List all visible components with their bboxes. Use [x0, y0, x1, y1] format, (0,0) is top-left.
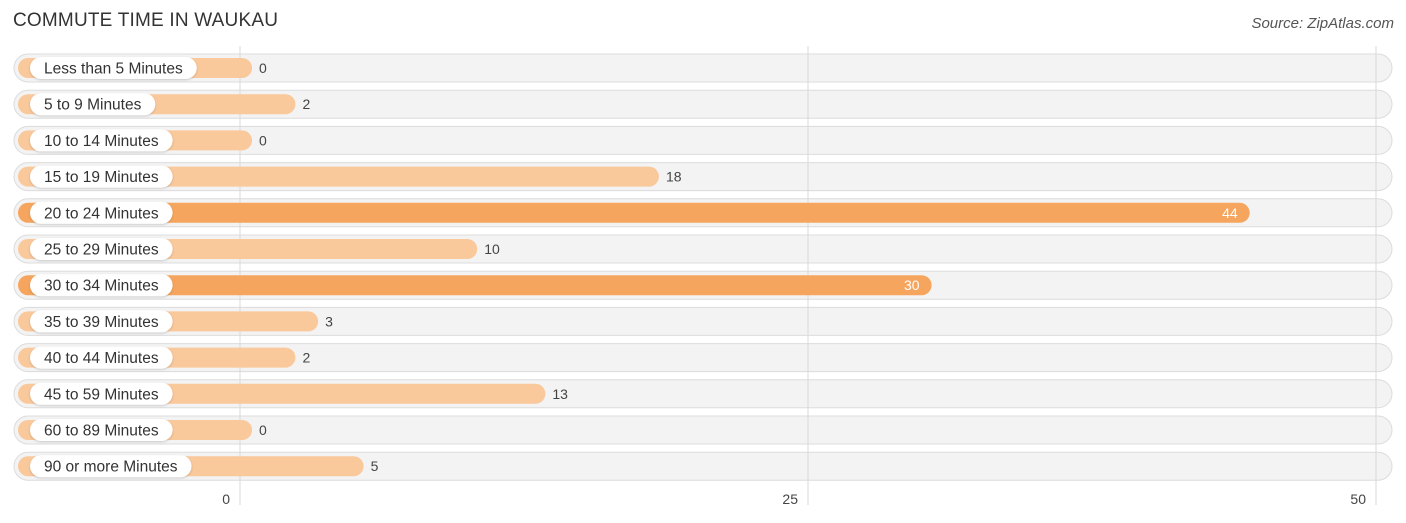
category-label: 40 to 44 Minutes [30, 346, 173, 369]
category-label-text: 35 to 39 Minutes [44, 314, 159, 331]
category-label: 15 to 19 Minutes [30, 165, 173, 188]
value-label: 44 [1222, 205, 1238, 221]
value-label: 3 [325, 313, 333, 329]
value-label: 18 [666, 169, 682, 185]
value-label: 2 [302, 350, 310, 366]
value-label: 0 [259, 422, 267, 438]
value-label: 5 [371, 458, 379, 474]
category-label: 45 to 59 Minutes [30, 382, 173, 405]
category-label-text: 10 to 14 Minutes [44, 133, 159, 150]
value-label: 0 [259, 60, 267, 76]
bar-chart: Less than 5 Minutes 0 5 to 9 Minutes 2 10 to… [13, 46, 1393, 507]
category-label-text: 60 to 89 Minutes [44, 423, 159, 440]
bar [18, 202, 1250, 223]
value-label: 10 [484, 241, 500, 257]
category-label-text: 90 or more Minutes [44, 459, 178, 476]
category-label-text: 45 to 59 Minutes [44, 386, 159, 403]
value-label: 0 [259, 132, 267, 148]
value-label: 2 [302, 96, 310, 112]
x-tick-label: 0 [222, 491, 230, 507]
category-label-text: 5 to 9 Minutes [44, 97, 142, 114]
category-label-text: 20 to 24 Minutes [44, 205, 159, 222]
category-label: 10 to 14 Minutes [30, 129, 173, 152]
category-label: 20 to 24 Minutes [30, 201, 173, 224]
category-label-text: 15 to 19 Minutes [44, 169, 159, 186]
category-label-text: 40 to 44 Minutes [44, 350, 159, 367]
x-tick-label: 50 [1350, 491, 1366, 507]
category-label: 25 to 29 Minutes [30, 238, 173, 260]
category-label: 30 to 34 Minutes [30, 274, 173, 297]
value-label: 13 [552, 386, 568, 402]
category-label: 35 to 39 Minutes [30, 310, 173, 333]
category-label: Less than 5 Minutes [30, 57, 197, 79]
x-tick-label: 25 [782, 491, 798, 507]
category-label-text: 25 to 29 Minutes [44, 242, 159, 259]
category-label-text: 30 to 34 Minutes [44, 278, 159, 295]
category-label: 5 to 9 Minutes [30, 93, 156, 116]
category-label-text: Less than 5 Minutes [44, 61, 183, 78]
category-label: 90 or more Minutes [30, 455, 192, 478]
value-label: 30 [904, 277, 920, 293]
category-label: 60 to 89 Minutes [30, 419, 173, 441]
